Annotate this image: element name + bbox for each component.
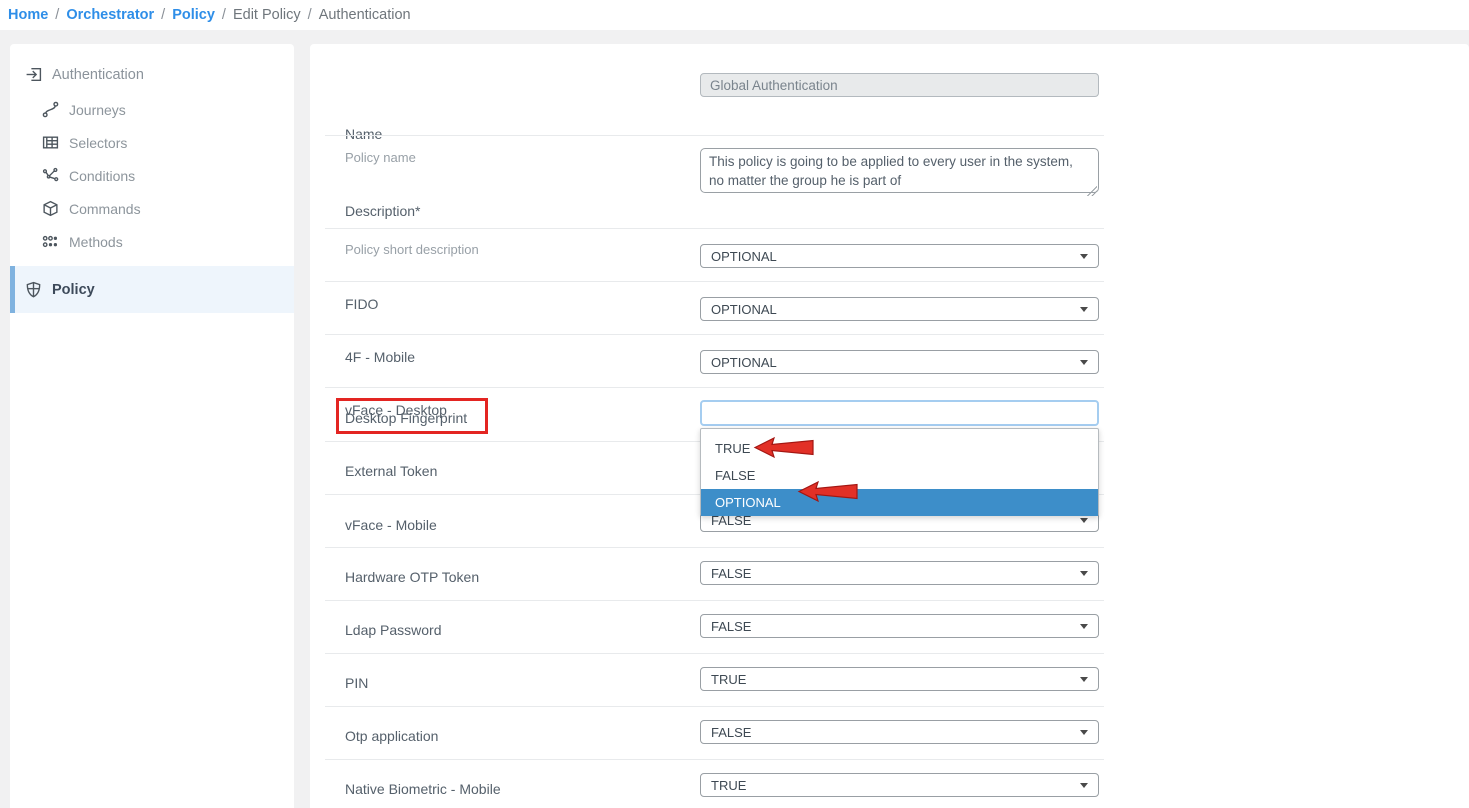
field-label-hardware-otp-token: Hardware OTP Token [345, 569, 479, 585]
field-label-external-token: External Token [345, 463, 437, 479]
select-value: OPTIONAL [711, 249, 777, 264]
description-textarea[interactable]: This policy is going to be applied to ev… [700, 148, 1099, 193]
chevron-down-icon [1080, 730, 1088, 735]
hardware-otp-token-select[interactable]: FALSE [700, 561, 1099, 585]
chevron-down-icon [1080, 677, 1088, 682]
select-value: OPTIONAL [711, 302, 777, 317]
row-divider [325, 653, 1104, 654]
fido-select[interactable]: OPTIONAL [700, 244, 1099, 268]
sidebar-section-authentication[interactable]: Authentication [10, 44, 294, 93]
row-divider [325, 228, 1104, 229]
select-value: FALSE [711, 619, 751, 634]
sidebar-section-label: Authentication [52, 67, 144, 83]
field-sublabel-description: Policy short description [345, 242, 479, 257]
select-value: TRUE [711, 778, 746, 793]
sidebar-item-label: Policy [52, 282, 95, 298]
row-divider [325, 759, 1104, 760]
sidebar-item-policy[interactable]: Policy [10, 266, 294, 313]
field-label-description: Description* [345, 203, 420, 219]
field-sublabel-name: Policy name [345, 150, 416, 165]
row-divider [325, 387, 1104, 388]
vface-desktop-select[interactable]: OPTIONAL [700, 350, 1099, 374]
sidebar-item-methods[interactable]: Methods [10, 225, 294, 258]
select-value: OPTIONAL [711, 355, 777, 370]
name-input[interactable] [700, 73, 1099, 97]
breadcrumb-edit-policy: Edit Policy [233, 7, 301, 23]
row-divider [325, 281, 1104, 282]
chevron-down-icon [1080, 307, 1088, 312]
methods-icon [42, 233, 59, 250]
chevron-down-icon [1080, 360, 1088, 365]
breadcrumb-separator: / [308, 7, 312, 23]
row-divider [325, 334, 1104, 335]
login-icon [25, 66, 42, 83]
desktop-fingerprint-search-input[interactable] [700, 400, 1099, 426]
dropdown-option-optional[interactable]: OPTIONAL [701, 489, 1098, 516]
select-value: TRUE [711, 672, 746, 687]
breadcrumb-home[interactable]: Home [8, 7, 48, 23]
chevron-down-icon [1080, 518, 1088, 523]
field-label-name: Name [345, 126, 382, 142]
page: Home / Orchestrator / Policy / Edit Poli… [0, 0, 1469, 808]
row-divider [325, 547, 1104, 548]
field-label-ldap-password: Ldap Password [345, 622, 442, 638]
field-label-vface-mobile: vFace - Mobile [345, 517, 437, 533]
chevron-down-icon [1080, 254, 1088, 259]
chevron-down-icon [1080, 624, 1088, 629]
otp-application-select[interactable]: FALSE [700, 720, 1099, 744]
row-divider [325, 706, 1104, 707]
sidebar-item-label: Journeys [69, 102, 126, 118]
sidebar-item-journeys[interactable]: Journeys [10, 93, 294, 126]
breadcrumb-separator: / [55, 7, 59, 23]
breadcrumb-separator: / [222, 7, 226, 23]
sidebar-item-label: Selectors [69, 135, 127, 151]
select-value: FALSE [711, 725, 751, 740]
conditions-icon [42, 167, 59, 184]
field-label-pin: PIN [345, 675, 368, 691]
commands-icon [42, 200, 59, 217]
field-label-otp-application: Otp application [345, 728, 438, 744]
pin-select[interactable]: TRUE [700, 667, 1099, 691]
sidebar-item-selectors[interactable]: Selectors [10, 126, 294, 159]
breadcrumb-authentication: Authentication [319, 7, 411, 23]
dropdown-option-true[interactable]: TRUE [701, 435, 1098, 462]
field-label-fido: FIDO [345, 296, 378, 312]
breadcrumb: Home / Orchestrator / Policy / Edit Poli… [0, 0, 1469, 30]
breadcrumb-policy[interactable]: Policy [172, 7, 215, 23]
selectors-icon [42, 134, 59, 151]
sidebar-item-label: Conditions [69, 168, 135, 184]
field-label-native-biometric-mobile: Native Biometric - Mobile [345, 781, 501, 797]
policy-form: Name Policy name Description* Policy sho… [310, 44, 1469, 808]
field-label-desktop-fingerprint: Desktop Fingerprint [345, 410, 467, 426]
dropdown-option-false[interactable]: FALSE [701, 462, 1098, 489]
breadcrumb-orchestrator[interactable]: Orchestrator [66, 7, 154, 23]
shield-icon [25, 281, 42, 298]
breadcrumb-separator: / [161, 7, 165, 23]
journeys-icon [42, 101, 59, 118]
native-biometric-mobile-select[interactable]: TRUE [700, 773, 1099, 797]
sidebar-item-conditions[interactable]: Conditions [10, 159, 294, 192]
chevron-down-icon [1080, 783, 1088, 788]
sidebar-item-label: Methods [69, 234, 123, 250]
select-value: FALSE [711, 566, 751, 581]
row-divider [325, 135, 1104, 136]
sidebar: Authentication Journeys Selectors Condit… [10, 44, 294, 808]
4f-mobile-select[interactable]: OPTIONAL [700, 297, 1099, 321]
chevron-down-icon [1080, 571, 1088, 576]
row-divider [325, 600, 1104, 601]
dropdown-menu: TRUE FALSE OPTIONAL [700, 428, 1099, 516]
field-label-4f-mobile: 4F - Mobile [345, 349, 415, 365]
sidebar-item-commands[interactable]: Commands [10, 192, 294, 225]
sidebar-item-label: Commands [69, 201, 141, 217]
ldap-password-select[interactable]: FALSE [700, 614, 1099, 638]
